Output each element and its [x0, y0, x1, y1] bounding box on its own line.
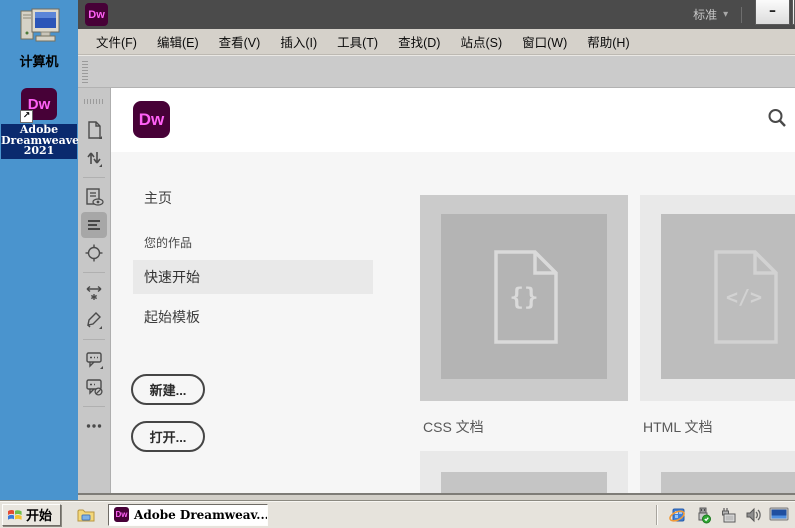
card-partial[interactable]	[640, 451, 795, 493]
css-document-icon: {}	[480, 247, 568, 347]
nav-home[interactable]: 主页	[144, 188, 172, 208]
window-bottom-frame	[78, 493, 795, 500]
ellipsis-icon	[83, 415, 105, 437]
my-computer-icon	[17, 6, 61, 48]
toolbar-separator	[83, 272, 105, 273]
remove-comment-button[interactable]	[81, 374, 107, 400]
file-management-button[interactable]	[81, 145, 107, 171]
volume-tray-icon[interactable]	[744, 506, 762, 524]
card-html-document[interactable]: </>	[640, 195, 795, 401]
titlebar-app-icon: Dw	[85, 3, 108, 26]
code-brush-icon	[83, 309, 105, 331]
workspace-switcher[interactable]: 标准	[693, 6, 717, 23]
chevron-down-icon: ▾	[723, 9, 728, 20]
taskbar: 开始 Dw Adobe Dreamweav...	[0, 500, 795, 528]
document-toolbar-strip	[78, 55, 795, 88]
toolbar-grip-handle[interactable]	[82, 61, 88, 84]
menu-tools[interactable]: 工具(T)	[327, 32, 388, 51]
nav-starter-templates[interactable]: 起始模板	[144, 307, 200, 327]
new-file-icon	[83, 119, 105, 141]
apply-comment-button[interactable]	[81, 346, 107, 372]
system-tray	[656, 505, 795, 525]
card-html-label: HTML 文档	[643, 417, 712, 437]
format-indent-button[interactable]	[81, 212, 107, 238]
menu-file[interactable]: 文件(F)	[86, 32, 147, 51]
menu-view[interactable]: 查看(V)	[209, 32, 271, 51]
card-css-document[interactable]: {}	[420, 195, 628, 401]
menu-help[interactable]: 帮助(H)	[577, 32, 639, 51]
windows-update-tray-icon[interactable]	[669, 506, 687, 524]
windows-flag-icon	[7, 508, 23, 522]
format-source-code-button[interactable]	[81, 307, 107, 333]
shortcut-arrow-icon: ↗	[20, 110, 33, 123]
common-toolbar	[78, 88, 111, 493]
text-lines-icon	[83, 214, 105, 236]
desktop-icon-computer[interactable]: 计算机	[0, 6, 78, 70]
document-eye-icon	[83, 186, 105, 208]
live-view-options-button[interactable]	[81, 184, 107, 210]
display-tray-icon[interactable]	[769, 506, 789, 523]
minimize-button[interactable]: –	[755, 0, 790, 25]
menu-window[interactable]: 窗口(W)	[512, 32, 577, 51]
menu-site[interactable]: 站点(S)	[450, 32, 512, 51]
card-partial[interactable]	[420, 451, 628, 493]
desktop-icon-dreamweaver[interactable]: Dw ↗ Adobe Dreamweaver 2021	[0, 88, 78, 159]
nav-quick-start[interactable]: 快速开始	[133, 260, 373, 294]
menu-edit[interactable]: 编辑(E)	[147, 32, 209, 51]
start-button[interactable]: 开始	[2, 504, 61, 526]
taskbar-dw-icon: Dw	[114, 507, 129, 522]
quick-launch-explorer[interactable]	[77, 507, 96, 523]
expand-all-button[interactable]	[81, 279, 107, 305]
comment-remove-icon	[83, 376, 105, 398]
desktop-icon-computer-label: 计算机	[0, 51, 78, 70]
expand-arrow-asterisk-icon	[83, 281, 105, 303]
open-button[interactable]: 打开...	[131, 421, 205, 452]
menu-find[interactable]: 查找(D)	[388, 32, 450, 51]
toolbar-separator	[83, 339, 105, 340]
welcome-header: Dw	[111, 88, 795, 152]
more-options-button[interactable]	[81, 413, 107, 439]
card-css-label: CSS 文档	[423, 417, 484, 437]
get-put-arrows-icon	[83, 147, 105, 169]
taskbar-task-dreamweaver[interactable]: Dw Adobe Dreamweav...	[108, 504, 268, 526]
target-crosshair-icon	[83, 242, 105, 264]
guides-button[interactable]	[81, 240, 107, 266]
usb-safely-remove-icon[interactable]	[694, 506, 712, 524]
html-document-icon: </>	[700, 247, 788, 347]
start-button-label: 开始	[26, 505, 52, 524]
welcome-dw-logo: Dw	[133, 101, 170, 138]
dreamweaver-window: Dw 标准 ▾ ⚙⇅ – 文件(F) 编辑(E) 查看(V) 插入(I) 工具(…	[78, 0, 795, 500]
tray-divider	[656, 505, 658, 525]
titlebar-divider	[741, 7, 742, 23]
menu-insert[interactable]: 插入(I)	[270, 32, 327, 51]
menubar: 文件(F) 编辑(E) 查看(V) 插入(I) 工具(T) 查找(D) 站点(S…	[78, 29, 795, 55]
toolbar-separator	[83, 177, 105, 178]
desktop-icon-dreamweaver-label: Adobe Dreamweaver 2021	[1, 124, 77, 159]
network-tray-icon[interactable]	[719, 506, 737, 524]
new-file-button[interactable]	[81, 117, 107, 143]
toolbar-separator	[83, 406, 105, 407]
taskbar-task-label: Adobe Dreamweav...	[134, 508, 268, 522]
toolbar-grip-handle[interactable]	[84, 99, 104, 104]
comment-bubble-icon	[83, 348, 105, 370]
nav-your-work: 您的作品	[144, 234, 192, 251]
titlebar[interactable]: Dw 标准 ▾ ⚙⇅ –	[78, 0, 795, 29]
folder-icon	[77, 507, 96, 523]
search-icon[interactable]	[765, 106, 789, 130]
welcome-screen: Dw 主页 您的作品 快速开始 起始模板 新建... 打开...	[111, 88, 795, 493]
new-button[interactable]: 新建...	[131, 374, 205, 405]
